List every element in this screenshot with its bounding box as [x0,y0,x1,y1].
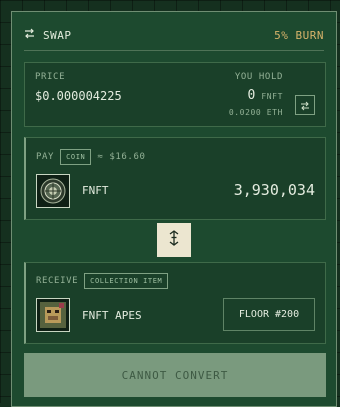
pay-approx-value: ≈ $16.60 [97,152,146,162]
token-coin-icon [40,178,66,204]
receive-box: RECEIVE COLLECTION ITEM FNFT APES FLOOR … [24,262,326,344]
ape-nft-icon [40,302,66,328]
collection-item-tag: COLLECTION ITEM [84,273,169,289]
hold-eth: 0.0200 ETH [228,108,283,117]
toggle-units-button[interactable] [295,95,315,115]
vertical-swap-icon [167,230,181,250]
hold-amount: 0 [247,88,256,103]
fnft-token-avatar [36,174,70,208]
hold-amount-row: 0 FNFT [248,88,284,103]
receive-label-row: RECEIVE COLLECTION ITEM [36,273,169,289]
swap-panel: SWAP 5% BURN PRICE $0.000004225 YOU HOLD… [11,11,337,407]
pay-label-row: PAY COIN ≈ $16.60 [36,149,145,165]
price-value: $0.000004225 [35,89,122,103]
receive-label: RECEIVE [36,276,79,286]
floor-button[interactable]: FLOOR #200 [223,298,315,331]
pay-token-name: FNFT [82,184,109,197]
floor-label: FLOOR #200 [238,309,300,320]
convert-button-label: CANNOT CONVERT [121,368,229,382]
pay-label: PAY [36,152,55,162]
swap-arrows-icon [24,28,35,42]
swap-header: SWAP 5% BURN [24,26,324,44]
pay-amount[interactable]: 3,930,034 [234,181,315,199]
collection-name: FNFT APES [82,309,142,322]
you-hold-label: YOU HOLD [234,72,283,82]
swap-title: SWAP [43,28,72,42]
hold-token: FNFT [261,92,283,101]
cannot-convert-button[interactable]: CANNOT CONVERT [24,353,326,397]
burn-label: 5% BURN [274,28,324,42]
fnft-apes-avatar [36,298,70,332]
price-box: PRICE $0.000004225 YOU HOLD 0 FNFT 0.020… [24,62,326,127]
divider [24,50,324,51]
swap-direction-button[interactable] [157,223,191,257]
pay-box: PAY COIN ≈ $16.60 FNFT 3,930,034 [24,137,326,220]
price-label: PRICE [35,72,66,82]
coin-tag: COIN [60,149,92,165]
swap-small-icon [300,96,310,115]
